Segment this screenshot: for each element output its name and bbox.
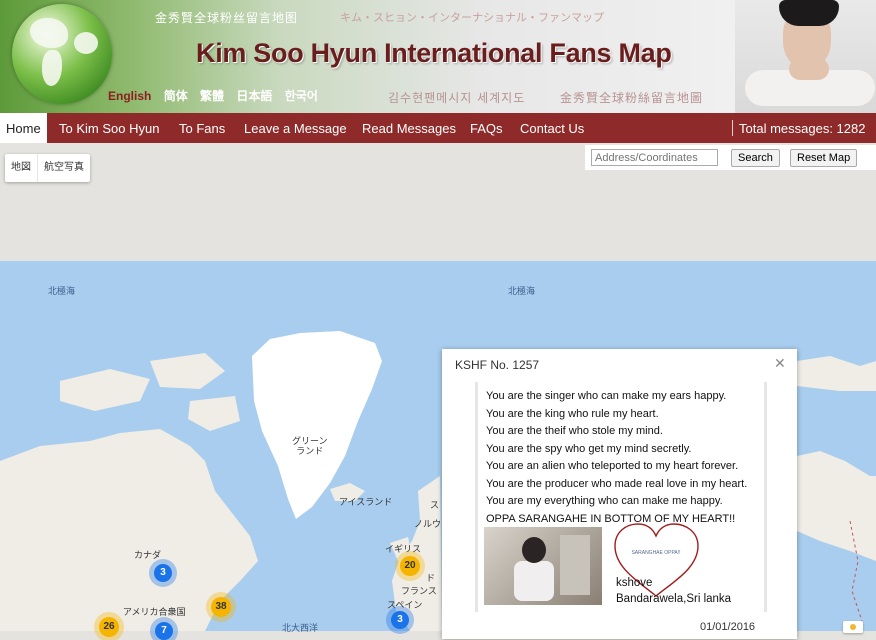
label-canada: カナダ [134,550,162,560]
map-type-control: 地図 航空写真 [5,154,90,182]
nav-contact-us[interactable]: Contact Us [520,113,584,143]
site-header: 金秀賢全球粉丝留言地图 キム・スヒョン・インターナショナル・ファンマップ Kim… [0,0,876,113]
nav-divider [732,120,733,136]
nav-leave-message[interactable]: Leave a Message [244,113,347,143]
label-usa: アメリカ合衆国 [123,607,186,617]
message-body: You are the singer who can make my ears … [475,382,767,612]
label-iceland: アイスランド [339,497,393,507]
search-button[interactable]: Search [731,149,780,167]
lang-simplified-chinese[interactable]: 简体 [164,89,188,103]
message-photo [484,527,602,605]
marker-cluster[interactable]: 20 [400,556,420,576]
site-title: Kim Soo Hyun International Fans Map [196,38,672,68]
label-north-atlantic: 北大西洋 [282,623,319,633]
map-type-satellite-button[interactable]: 航空写真 [37,154,90,182]
label-spain: スペイン [387,600,423,610]
message-line: You are my everything who can make me ha… [486,495,723,507]
lang-japanese[interactable]: 日本語 [236,89,272,103]
marker-cluster[interactable]: 3 [154,564,172,582]
marker-cluster[interactable]: 26 [99,617,119,637]
kim-soo-hyun-photo [735,0,876,113]
lang-korean[interactable]: 한국어 [285,89,318,103]
nav-to-kim-soo-hyun[interactable]: To Kim Soo Hyun [59,113,159,143]
heart-caption: SARANGHAE OPPA!! [631,550,680,556]
sender-name: kshove [616,577,653,589]
message-info-window: KSHF No. 1257 ✕ You are the singer who c… [442,349,797,639]
marker-cluster[interactable]: 3 [391,611,409,629]
label-arctic-ocean-right: 北極海 [508,286,536,296]
nav-read-messages[interactable]: Read Messages [362,113,456,143]
pegman-icon[interactable] [843,621,863,633]
message-line: You are the producer who made real love … [486,478,748,490]
lang-traditional-chinese[interactable]: 繁體 [200,89,224,103]
globe-logo [12,4,112,104]
label-sweden: ス [430,500,440,510]
title-chinese-traditional: 金秀賢全球粉絲留言地圖 [560,91,704,105]
label-germany: ド [426,573,436,583]
nav-home[interactable]: Home [0,113,47,143]
label-arctic-ocean-left: 北極海 [48,286,76,296]
message-line: You are the singer who can make my ears … [486,390,727,402]
language-switcher: English 简体 繁體 日本語 한국어 [108,87,327,104]
nav-faqs[interactable]: FAQs [470,113,503,143]
lang-english[interactable]: English [108,89,151,103]
map-search-bar: Search Reset Map [585,145,876,170]
close-icon[interactable]: ✕ [774,355,786,372]
marker-cluster[interactable]: 38 [211,597,231,617]
address-search-input[interactable] [591,149,718,166]
title-korean: 김수현팬메시지 세계지도 [388,91,526,105]
message-line: You are the theif who stole my mind. [486,425,663,437]
marker-cluster[interactable]: 7 [155,622,173,640]
title-japanese: キム・スヒョン・インターナショナル・ファンマップ [340,11,604,24]
message-title: KSHF No. 1257 [455,358,540,372]
sender-location: Bandarawela,Sri lanka [616,593,732,605]
map-type-map-button[interactable]: 地図 [5,154,37,182]
message-line: You are the king who rule my heart. [486,408,659,420]
label-uk: イギリス [385,544,422,554]
label-france: フランス [401,586,437,596]
reset-map-button[interactable]: Reset Map [790,149,858,167]
total-messages: Total messages: 1282 [739,121,866,136]
main-nav: Home To Kim Soo Hyun To Fans Leave a Mes… [0,113,876,143]
message-line: You are the spy who get my mind secretly… [486,443,692,455]
message-line: You are an alien who teleported to my he… [486,460,739,472]
title-chinese-simplified: 金秀賢全球粉丝留言地图 [155,11,299,25]
message-date: 01/01/2016 [700,621,756,633]
label-greenland: グリーン ランド [292,436,328,456]
nav-to-fans[interactable]: To Fans [179,113,225,143]
